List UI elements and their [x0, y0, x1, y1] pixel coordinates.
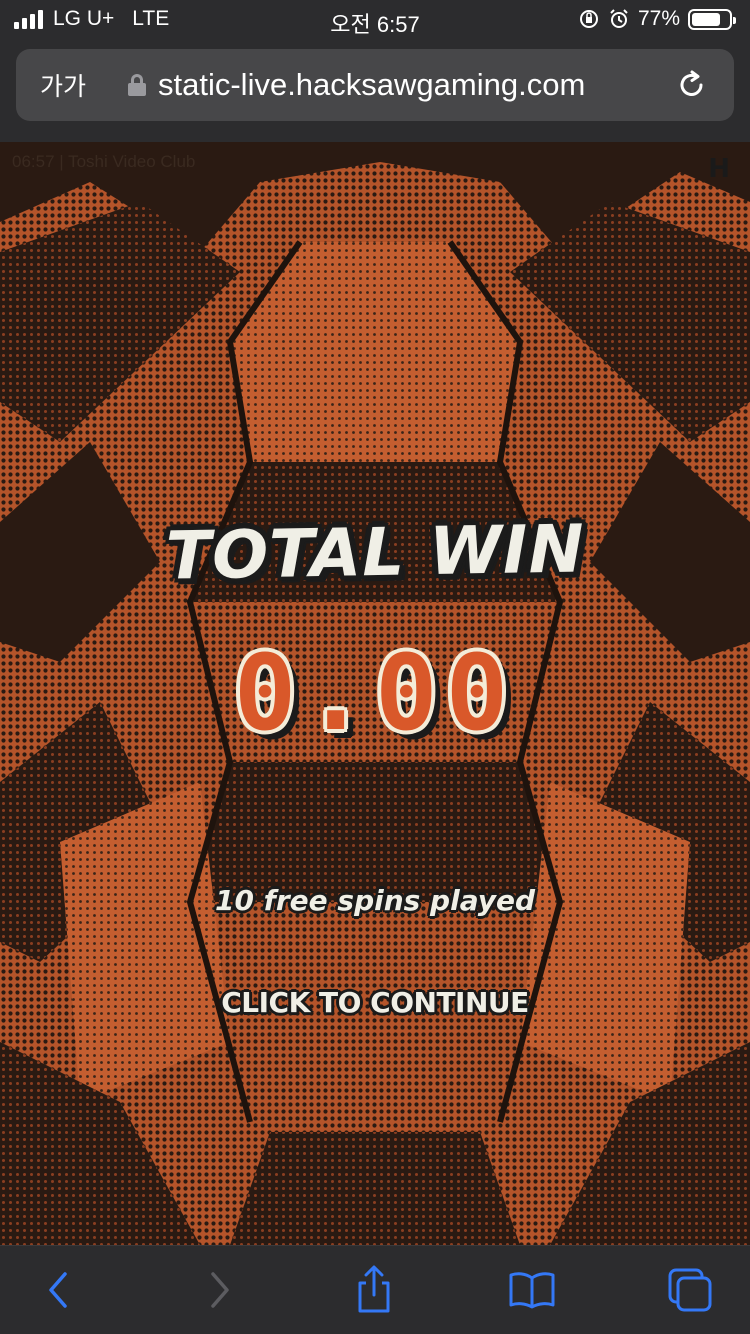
back-icon	[49, 1272, 67, 1308]
total-win-label: TOTAL WIN	[164, 510, 585, 595]
win-amount-display: 0.00	[0, 632, 750, 754]
forward-button[interactable]	[194, 1264, 246, 1316]
alarm-icon	[610, 9, 628, 28]
share-icon	[358, 1265, 390, 1313]
lock-icon	[128, 74, 146, 96]
forward-icon	[211, 1272, 229, 1308]
game-info-label: 06:57 | Toshi Video Club	[12, 152, 196, 171]
tabs-button[interactable]	[664, 1264, 716, 1316]
battery-icon	[688, 8, 736, 30]
text-size-button[interactable]: 가가	[40, 67, 110, 103]
continue-label: CLICK TO CONTINUE	[221, 986, 529, 1019]
continue-button[interactable]: CLICK TO CONTINUE	[0, 986, 750, 1019]
browser-toolbar	[0, 1245, 750, 1334]
back-button[interactable]	[32, 1264, 84, 1316]
orientation-lock-icon	[579, 10, 598, 28]
spins-played-text: 10 free spins played	[214, 884, 536, 917]
bookmarks-icon	[509, 1272, 555, 1309]
address-bar[interactable]: 가가 static-live.hacksawgaming.com	[16, 49, 734, 121]
win-amount: 0.00	[233, 632, 517, 754]
status-bar: LG U+ LTE 오전 6:57 77%	[0, 0, 750, 40]
tabs-icon	[668, 1268, 712, 1312]
share-button[interactable]	[348, 1264, 400, 1316]
total-win-title: TOTAL WIN	[0, 510, 750, 594]
bookmarks-button[interactable]	[506, 1264, 558, 1316]
url-text[interactable]: static-live.hacksawgaming.com	[158, 67, 662, 103]
spins-played-info: 10 free spins played	[0, 884, 750, 917]
battery-percent: 77%	[637, 7, 680, 30]
battery-level	[692, 12, 720, 26]
game-canvas[interactable]: 06:57 | Toshi Video Club H TOTAL WIN 0.0…	[0, 142, 750, 1245]
reload-icon	[680, 70, 703, 96]
reload-button[interactable]	[662, 55, 722, 115]
hacksaw-logo: H	[708, 154, 730, 184]
status-right: 77%	[578, 7, 736, 31]
address-bar-area: 가가 static-live.hacksawgaming.com	[0, 40, 750, 142]
